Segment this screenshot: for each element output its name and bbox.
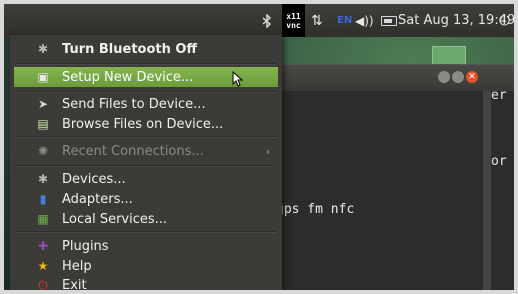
- menu-item-turn-bluetooth-off[interactable]: ✱ Turn Bluetooth Off: [14, 39, 278, 59]
- menu-item-send-files[interactable]: ➤ Send Files to Device...: [14, 94, 278, 114]
- scrollbar[interactable]: [483, 91, 491, 290]
- menu-item-adapters[interactable]: ▮ Adapters...: [14, 189, 278, 209]
- minimize-icon[interactable]: [438, 71, 450, 83]
- menu-item-label: Browse Files on Device...: [62, 116, 224, 132]
- menu-item-label: Send Files to Device...: [62, 96, 206, 112]
- menu-item-label: Recent Connections...: [62, 143, 204, 159]
- menu-separator: [16, 165, 276, 167]
- plugin-icon: ✚: [37, 239, 49, 253]
- power-icon[interactable]: ⏻: [499, 4, 510, 37]
- menu-item-label: Local Services...: [62, 211, 168, 227]
- menu-item-exit[interactable]: ⏻ Exit: [14, 275, 278, 291]
- menu-item-label: Setup New Device...: [62, 69, 194, 85]
- vnc-line1: x11: [286, 11, 301, 21]
- menu-item-local-services[interactable]: ▦ Local Services...: [14, 209, 278, 229]
- bluetooth-menu: ✱ Turn Bluetooth Off ▣ Setup New Device.…: [10, 35, 282, 290]
- terminal-output: gps fm nfc: [276, 202, 355, 217]
- menu-item-label: Turn Bluetooth Off: [62, 41, 197, 57]
- browse-files-icon: ▤: [37, 117, 49, 131]
- menu-item-plugins[interactable]: ✚ Plugins: [14, 236, 278, 256]
- clock[interactable]: Sat Aug 13, 19:49: [398, 4, 514, 37]
- menu-item-devices[interactable]: ✱ Devices...: [14, 169, 278, 189]
- submenu-arrow-icon: ›: [265, 144, 270, 158]
- help-icon: ★: [37, 259, 49, 273]
- background-text-fragment: or: [491, 154, 507, 169]
- menu-separator: [16, 136, 276, 138]
- vnc-indicator[interactable]: x11 vnc: [282, 4, 305, 37]
- menu-item-label: Plugins: [62, 238, 109, 254]
- menu-separator: [16, 63, 276, 65]
- desktop-frame: ✕ gps fm nfc er or x11 vnc ⇅ EN ◀)) Sat …: [4, 4, 514, 290]
- keyboard-language[interactable]: EN: [337, 4, 352, 37]
- top-panel: x11 vnc ⇅ EN ◀)) Sat Aug 13, 19:49 ⏻: [4, 4, 514, 37]
- menu-item-label: Devices...: [62, 171, 126, 187]
- background-text-fragment: er: [491, 88, 507, 103]
- menu-item-label: Adapters...: [62, 191, 133, 207]
- send-files-icon: ➤: [37, 97, 49, 111]
- menu-item-label: Exit: [62, 277, 87, 291]
- menu-item-help[interactable]: ★ Help: [14, 256, 278, 276]
- vnc-line2: vnc: [286, 20, 301, 30]
- volume-icon[interactable]: ◀)): [355, 4, 374, 37]
- adapter-icon: ▮: [39, 192, 47, 206]
- close-icon[interactable]: ✕: [466, 71, 478, 83]
- mouse-pointer-icon: [232, 70, 244, 91]
- new-device-icon: ▣: [37, 70, 49, 84]
- menu-item-recent-connections[interactable]: ✺ Recent Connections... ›: [14, 141, 278, 161]
- bluetooth-icon: ✱: [37, 42, 49, 56]
- menu-item-label: Help: [62, 258, 92, 274]
- exit-icon: ⏻: [38, 277, 48, 291]
- menu-item-browse-files[interactable]: ▤ Browse Files on Device...: [14, 114, 278, 134]
- bluetooth-icon[interactable]: [260, 4, 274, 37]
- network-icon[interactable]: ⇅: [311, 4, 323, 37]
- menu-separator: [16, 231, 276, 233]
- bluetooth-icon: ✱: [37, 172, 49, 186]
- maximize-icon[interactable]: [452, 71, 464, 83]
- recent-connections-icon: ✺: [37, 144, 49, 158]
- local-services-icon: ▦: [37, 212, 49, 226]
- menu-separator: [16, 91, 276, 93]
